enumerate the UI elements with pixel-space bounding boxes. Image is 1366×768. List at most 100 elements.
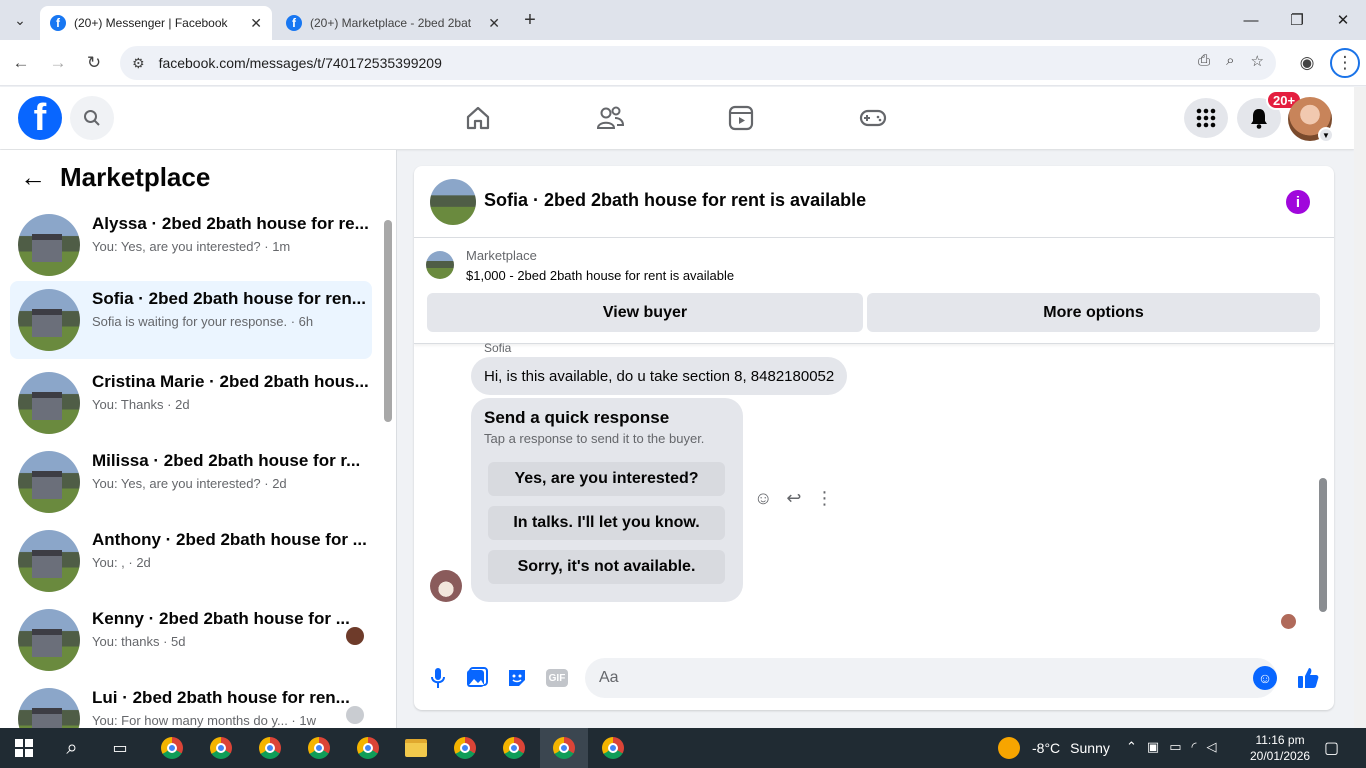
restore-icon[interactable]: ❐ bbox=[1282, 8, 1312, 32]
chrome-taskbar-icon[interactable] bbox=[599, 734, 627, 762]
close-tab-icon[interactable]: ✕ bbox=[250, 15, 262, 32]
more-options-button[interactable]: More options bbox=[867, 293, 1320, 332]
minimize-icon[interactable]: — bbox=[1236, 8, 1266, 32]
info-icon[interactable]: i bbox=[1286, 190, 1310, 214]
conversation-item-milissa[interactable]: Milissa · 2bed 2bath house for r... You:… bbox=[10, 443, 372, 521]
video-icon[interactable] bbox=[723, 101, 759, 135]
page-scrollbar[interactable] bbox=[1354, 87, 1366, 728]
quick-response-option[interactable]: In talks. I'll let you know. bbox=[488, 506, 725, 540]
tab-marketplace[interactable]: f (20+) Marketplace - 2bed 2bat ✕ bbox=[276, 6, 510, 40]
back-arrow-icon[interactable]: ← bbox=[20, 162, 46, 193]
chat-title[interactable]: Sofia · 2bed 2bath house for rent is ava… bbox=[484, 190, 866, 211]
tab-search-chevron-icon[interactable]: ⌄ bbox=[8, 8, 32, 32]
react-emoji-icon[interactable]: ☺ bbox=[754, 488, 772, 509]
conversation-item-sofia[interactable]: Sofia · 2bed 2bath house for ren... Sofi… bbox=[10, 281, 372, 359]
conversation-item-lui[interactable]: Lui · 2bed 2bath house for ren... You: F… bbox=[10, 680, 372, 728]
chrome-taskbar-icon[interactable] bbox=[207, 734, 235, 762]
action-center-icon[interactable]: ▢ bbox=[1324, 738, 1339, 758]
chrome-taskbar-icon[interactable] bbox=[305, 734, 333, 762]
conversation-item-alyssa[interactable]: Alyssa · 2bed 2bath house for re... You:… bbox=[10, 206, 372, 284]
account-avatar[interactable]: ▼ bbox=[1288, 97, 1334, 143]
system-tray: ⌃ ▣ ▭ ◜ ◁ bbox=[1126, 739, 1217, 755]
quick-response-option[interactable]: Yes, are you interested? bbox=[488, 462, 725, 496]
reply-icon[interactable]: ↩ bbox=[786, 488, 801, 509]
new-tab-icon[interactable]: + bbox=[518, 8, 542, 32]
chrome-taskbar-icon[interactable] bbox=[158, 734, 186, 762]
conversation-snippet: You: Thanks · 2d bbox=[92, 397, 190, 412]
listing-thumbnail bbox=[18, 451, 80, 513]
view-buyer-button[interactable]: View buyer bbox=[427, 293, 863, 332]
microphone-icon[interactable] bbox=[426, 666, 450, 690]
sender-avatar[interactable] bbox=[430, 570, 462, 602]
listing-thumbnail[interactable] bbox=[430, 179, 476, 225]
more-actions-icon[interactable]: ⋮ bbox=[815, 488, 833, 509]
battery-icon[interactable]: ▭ bbox=[1169, 739, 1181, 755]
conversation-name: Milissa · 2bed 2bath house for r... bbox=[92, 451, 361, 470]
clock-date: 20/01/2026 bbox=[1250, 749, 1311, 763]
forward-icon[interactable]: → bbox=[45, 50, 71, 76]
address-bar: ← → ↻ ⚙ facebook.com/messages/t/74017253… bbox=[0, 40, 1366, 86]
back-icon[interactable]: ← bbox=[8, 50, 34, 76]
sticker-icon[interactable] bbox=[505, 666, 529, 690]
chrome-taskbar-icon[interactable] bbox=[256, 734, 284, 762]
site-settings-icon[interactable]: ⚙ bbox=[132, 55, 145, 72]
gaming-icon[interactable] bbox=[855, 101, 891, 135]
weather-text: Sunny bbox=[1070, 740, 1110, 756]
tab-messenger[interactable]: f (20+) Messenger | Facebook ✕ bbox=[40, 6, 272, 40]
install-app-icon[interactable]: ⎙ bbox=[1198, 52, 1210, 70]
system-clock[interactable]: 11:16 pm 20/01/2026 bbox=[1250, 732, 1310, 764]
browser-menu-icon[interactable]: ⋮ bbox=[1330, 48, 1360, 78]
message-composer: GIF Aa ☺ bbox=[414, 646, 1334, 710]
close-tab-icon[interactable]: ✕ bbox=[488, 15, 500, 32]
menu-grid-icon[interactable] bbox=[1184, 98, 1228, 138]
like-thumbs-up-icon[interactable] bbox=[1296, 666, 1320, 690]
scrollbar-thumb[interactable] bbox=[384, 220, 392, 422]
close-window-icon[interactable]: ✕ bbox=[1328, 8, 1358, 32]
conversation-list-scrollbar[interactable] bbox=[383, 208, 393, 726]
chevron-up-icon[interactable]: ⌃ bbox=[1126, 739, 1137, 755]
conversation-item-cristina[interactable]: Cristina Marie · 2bed 2bath hous... You:… bbox=[10, 364, 372, 442]
home-icon[interactable] bbox=[460, 101, 496, 135]
weather-temp: -8°C bbox=[1032, 740, 1061, 756]
scrollbar-thumb[interactable] bbox=[1319, 478, 1327, 612]
url-input[interactable]: ⚙ facebook.com/messages/t/74017253539920… bbox=[120, 46, 1276, 80]
conversation-snippet: You: Yes, are you interested? · 1m bbox=[92, 239, 291, 254]
quick-response-option[interactable]: Sorry, it's not available. bbox=[488, 550, 725, 584]
quick-response-card: Send a quick response Tap a response to … bbox=[471, 398, 743, 602]
file-explorer-icon[interactable] bbox=[402, 734, 430, 762]
conversation-snippet: Sofia is waiting for your response. · 6h bbox=[92, 314, 314, 329]
message-thread: Sofia Hi, is this available, do u take s… bbox=[414, 341, 1334, 640]
conversation-name: Cristina Marie · 2bed 2bath hous... bbox=[92, 372, 369, 391]
chrome-taskbar-icon[interactable] bbox=[354, 734, 382, 762]
chrome-taskbar-icon[interactable] bbox=[500, 734, 528, 762]
zoom-icon[interactable]: ⌕ bbox=[1226, 52, 1234, 70]
listing-thumbnail bbox=[18, 372, 80, 434]
message-bubble[interactable]: Hi, is this available, do u take section… bbox=[471, 357, 848, 395]
search-icon[interactable]: ⌕ bbox=[58, 734, 86, 762]
chrome-taskbar-icon[interactable] bbox=[550, 734, 578, 762]
listing-price-title[interactable]: $1,000 - 2bed 2bath house for rent is av… bbox=[466, 268, 734, 283]
reload-icon[interactable]: ↻ bbox=[81, 50, 107, 76]
weather-widget[interactable]: -8°C Sunny bbox=[998, 737, 1110, 759]
listing-label: Marketplace bbox=[466, 248, 537, 263]
search-icon[interactable] bbox=[70, 96, 114, 140]
conversation-item-anthony[interactable]: Anthony · 2bed 2bath house for ... You: … bbox=[10, 522, 372, 600]
facebook-logo-icon[interactable]: f bbox=[18, 96, 62, 140]
chat-scrollbar[interactable] bbox=[1318, 348, 1328, 638]
chrome-taskbar-icon[interactable] bbox=[451, 734, 479, 762]
windows-start-icon[interactable] bbox=[10, 734, 38, 762]
emoji-icon[interactable]: ☺ bbox=[1253, 666, 1277, 690]
profile-icon[interactable]: ◉ bbox=[1294, 50, 1320, 76]
conversation-item-kenny[interactable]: Kenny · 2bed 2bath house for ... You: th… bbox=[10, 601, 372, 679]
meet-now-icon[interactable]: ▣ bbox=[1147, 739, 1159, 755]
message-input[interactable]: Aa bbox=[585, 658, 1277, 698]
friends-icon[interactable] bbox=[592, 101, 628, 135]
task-view-icon[interactable]: ▭ bbox=[106, 734, 134, 762]
photo-icon[interactable] bbox=[465, 666, 489, 690]
listing-thumbnail bbox=[426, 251, 454, 279]
bookmark-star-icon[interactable]: ☆ bbox=[1251, 52, 1264, 70]
sidebar-header: ← Marketplace bbox=[20, 162, 210, 193]
volume-icon[interactable]: ◁ bbox=[1207, 739, 1217, 755]
wifi-icon[interactable]: ◜ bbox=[1192, 739, 1197, 755]
gif-icon[interactable]: GIF bbox=[545, 666, 569, 690]
